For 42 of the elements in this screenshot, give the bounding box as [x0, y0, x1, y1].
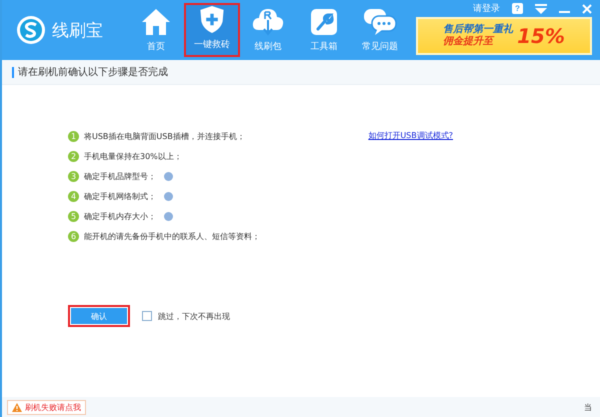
step-text: 将USB插在电脑背面USB插槽，并连接手机； — [84, 130, 245, 142]
nav-tab[interactable]: 线刷包 — [240, 3, 296, 57]
banner-text: 佣金提升至 — [443, 36, 496, 48]
help-icon[interactable] — [164, 172, 173, 180]
step-text: 能开机的请先备份手机中的联系人、短信等资料； — [84, 230, 260, 242]
step-number: 6 — [68, 230, 79, 242]
nav-tab[interactable]: 工具箱 — [296, 3, 352, 57]
home-icon — [141, 8, 171, 36]
help-icon[interactable] — [164, 192, 173, 200]
step-number: 5 — [68, 210, 79, 222]
banner-percent: 15% — [517, 24, 565, 48]
step-number: 1 — [68, 130, 79, 142]
status-text: 当 — [584, 402, 592, 412]
step-text: 确定手机品牌型号； — [84, 170, 156, 182]
help-icon[interactable] — [164, 212, 173, 220]
login-link[interactable]: 请登录 — [473, 2, 500, 15]
logo-icon — [16, 15, 46, 45]
usb-debug-link[interactable]: 如何打开USB调试模式? — [368, 130, 453, 141]
section-title: 请在刷机前确认以下步骤是否完成 — [12, 66, 168, 78]
step-text: 手机电量保持在30%以上； — [84, 150, 182, 162]
flash-fail-button[interactable]: 刷机失败请点我 — [7, 400, 86, 414]
step-text: 确定手机内存大小； — [84, 210, 156, 222]
shield-plus-icon — [199, 5, 225, 34]
nav-tab[interactable]: 首页 — [128, 3, 184, 57]
step-text: 确定手机网络制式； — [84, 190, 156, 202]
warning-icon — [12, 402, 22, 412]
chat-bubbles-icon — [363, 8, 397, 36]
checkbox[interactable] — [142, 311, 152, 321]
step-number: 2 — [68, 150, 79, 162]
close-icon[interactable] — [582, 4, 592, 14]
wrench-icon — [310, 8, 338, 36]
app-name: 线刷宝 — [52, 20, 103, 42]
cloud-download-icon — [251, 6, 285, 36]
menu-icon[interactable] — [535, 4, 547, 14]
nav-tab[interactable]: 常见问题 — [352, 3, 408, 57]
step-number: 3 — [68, 170, 79, 182]
step-number: 4 — [68, 190, 79, 202]
banner-text: 售后帮第一重礼 — [443, 24, 514, 36]
nav-tab[interactable]: 一键救砖 — [184, 3, 240, 57]
help-button[interactable]: ? — [512, 3, 523, 14]
confirm-button[interactable]: 确认 — [68, 305, 130, 327]
checkbox-label: 跳过，下次不再出现 — [158, 310, 230, 322]
